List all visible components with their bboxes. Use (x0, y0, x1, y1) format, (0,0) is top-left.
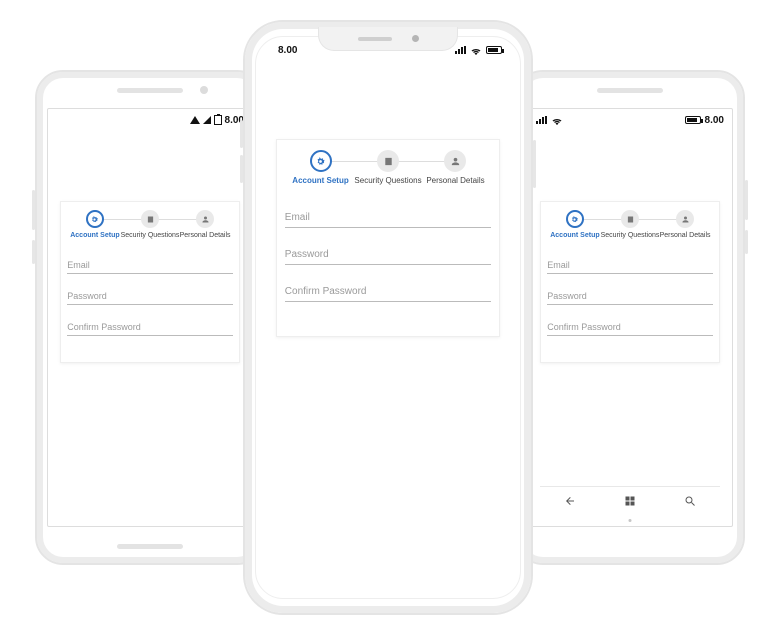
step-label: Personal Details (660, 232, 711, 239)
device-windows: 8.00 Account Setup Security Questions Pe… (515, 70, 745, 565)
gear-icon (570, 215, 579, 224)
step-security-questions[interactable]: Security Questions (121, 210, 180, 239)
confirm-password-field[interactable] (67, 318, 233, 336)
step-label: Account Setup (550, 232, 599, 239)
email-field[interactable] (67, 256, 233, 274)
wifi-icon (470, 46, 482, 55)
wizard-card: Account Setup Security Questions Persona… (60, 201, 240, 363)
wizard-card: Account Setup Security Questions Persona… (276, 139, 500, 337)
confirm-password-field[interactable] (547, 318, 713, 336)
screen: 8.00 Account Setup Security Questions Pe… (527, 108, 733, 527)
speaker (117, 88, 183, 93)
step-account-setup[interactable]: Account Setup (69, 210, 120, 239)
battery-icon (214, 115, 222, 125)
stepper: Account Setup Security Questions Persona… (547, 210, 713, 239)
device-android: 8.00 Account Setup Security Questions Pe… (35, 70, 265, 565)
person-icon (201, 215, 210, 224)
battery-icon (685, 116, 701, 124)
status-time: 8.00 (705, 115, 724, 126)
step-label: Account Setup (70, 232, 119, 239)
signal-icon (455, 46, 466, 54)
step-label: Security Questions (601, 232, 660, 239)
person-icon (450, 156, 461, 167)
status-bar: 8.00 (528, 109, 732, 131)
notch (318, 27, 458, 51)
step-security-questions[interactable]: Security Questions (354, 150, 421, 185)
speaker (117, 544, 183, 549)
gear-icon (90, 215, 99, 224)
wizard-card: Account Setup Security Questions Persona… (540, 201, 720, 363)
status-time: 8.00 (264, 45, 297, 56)
step-label: Account Setup (292, 176, 348, 185)
step-personal-details[interactable]: Personal Details (659, 210, 710, 239)
step-security-questions[interactable]: Security Questions (601, 210, 660, 239)
nav-dot (629, 519, 632, 522)
stepper: Account Setup Security Questions Persona… (67, 210, 233, 239)
signal-icon (203, 116, 211, 124)
screen: 8.00 Account Setup Security Questions (255, 36, 521, 599)
back-button[interactable] (560, 491, 580, 511)
confirm-password-field[interactable] (285, 281, 491, 302)
email-field[interactable] (285, 207, 491, 228)
device-iphone: 8.00 Account Setup Security Questions (243, 20, 533, 615)
camera-dot (200, 86, 208, 94)
person-icon (681, 215, 690, 224)
email-field[interactable] (547, 256, 713, 274)
step-account-setup[interactable]: Account Setup (287, 150, 354, 185)
list-icon (146, 215, 155, 224)
start-button[interactable] (620, 491, 640, 511)
speaker (597, 88, 663, 93)
step-personal-details[interactable]: Personal Details (422, 150, 489, 185)
stepper: Account Setup Security Questions Persona… (285, 150, 491, 185)
step-label: Security Questions (121, 232, 180, 239)
step-account-setup[interactable]: Account Setup (549, 210, 600, 239)
wifi-icon (190, 116, 200, 124)
password-field[interactable] (285, 244, 491, 265)
nav-bar (540, 486, 720, 514)
step-label: Personal Details (180, 232, 231, 239)
list-icon (626, 215, 635, 224)
search-button[interactable] (680, 491, 700, 511)
step-label: Personal Details (426, 176, 484, 185)
password-field[interactable] (67, 287, 233, 305)
password-field[interactable] (547, 287, 713, 305)
signal-icon (536, 116, 547, 124)
wifi-icon (551, 116, 563, 125)
list-icon (383, 156, 394, 167)
status-bar: 8.00 (48, 109, 252, 131)
screen: 8.00 Account Setup Security Questions Pe… (47, 108, 253, 527)
step-label: Security Questions (354, 176, 421, 185)
gear-icon (315, 156, 326, 167)
battery-icon (486, 46, 502, 54)
step-personal-details[interactable]: Personal Details (179, 210, 230, 239)
